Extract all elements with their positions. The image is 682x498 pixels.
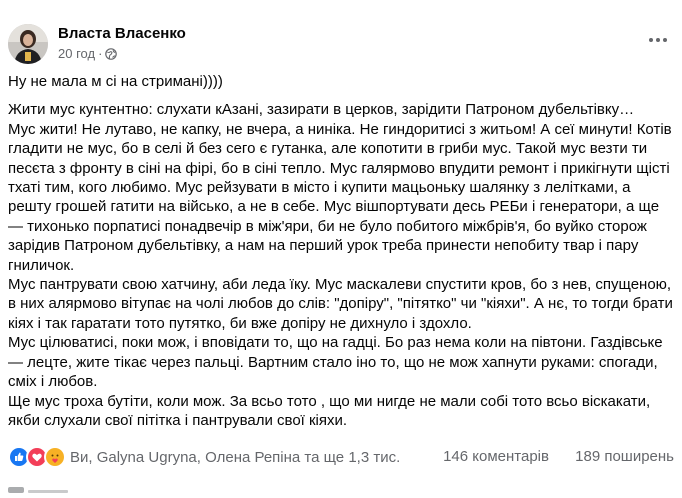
post-paragraph: Мус жити! Не лутаво, не капку, не вчера,… xyxy=(8,120,672,274)
care-icon xyxy=(44,446,66,468)
author-avatar[interactable] xyxy=(8,24,48,64)
action-bar-hint xyxy=(8,480,68,493)
post-meta: 20 год · xyxy=(58,46,118,61)
post-paragraph: Ще мус троха бутіти, коли мож. За всьо т… xyxy=(8,392,651,429)
post-stats: 146 коментарів 189 поширень xyxy=(443,448,674,465)
reactors-text[interactable]: Ви, Galyna Ugryna, Олена Репіна та ще 1,… xyxy=(70,449,400,466)
post-time[interactable]: 20 год xyxy=(58,46,95,61)
avatar-image xyxy=(8,24,48,64)
post-paragraph: Мус пантрувати свою хатчину, аби леда їк… xyxy=(8,276,673,332)
comments-count-link[interactable]: 146 коментарів xyxy=(443,448,549,465)
post-footer: Ви, Galyna Ugryna, Олена Репіна та ще 1,… xyxy=(8,444,674,468)
meta-separator: · xyxy=(98,46,103,61)
globe-icon[interactable] xyxy=(105,47,118,60)
post-paragraph: Ну не мала м сі на стримані)))) xyxy=(8,73,223,90)
post-paragraph: Мус цілюватисі, поки мож, і вповідати то… xyxy=(8,334,663,391)
post-paragraph: Жити мус кунтентно: слухати кАзані, зази… xyxy=(8,101,635,119)
author-name[interactable]: Власта Власенко xyxy=(58,25,186,42)
more-horizontal-icon xyxy=(649,38,667,42)
post-card: Власта Власенко 20 год · Ну не мала м сі… xyxy=(0,0,682,493)
more-options-button[interactable] xyxy=(646,30,670,50)
post-header: Власта Власенко 20 год · xyxy=(8,20,674,64)
reactions-summary[interactable]: Ви, Galyna Ugryna, Олена Репіна та ще 1,… xyxy=(8,446,400,468)
post-body: Ну не мала м сі на стримані)))) Жити мус… xyxy=(8,72,674,430)
shares-count-link[interactable]: 189 поширень xyxy=(575,448,674,465)
